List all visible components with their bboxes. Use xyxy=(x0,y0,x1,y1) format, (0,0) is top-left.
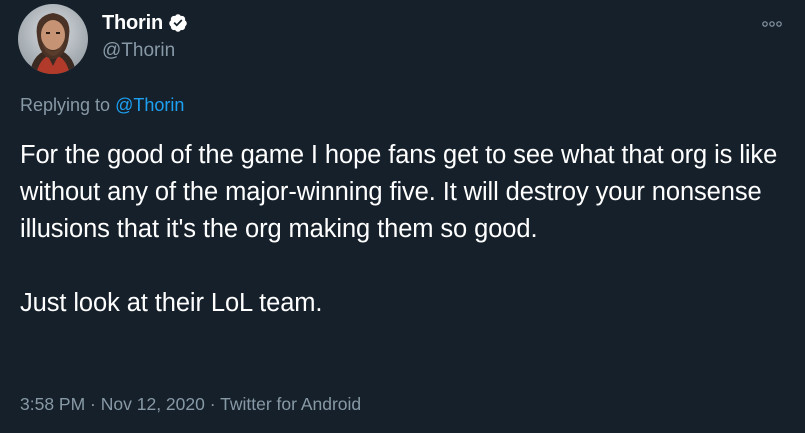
meta-separator: · xyxy=(85,394,101,414)
replying-to-label: Replying to xyxy=(20,95,116,115)
author-handle[interactable]: @Thorin xyxy=(102,40,188,62)
display-name[interactable]: Thorin xyxy=(102,12,163,35)
replying-to: Replying to @Thorin xyxy=(20,95,184,116)
verified-badge-icon xyxy=(168,13,188,33)
tweet-date[interactable]: Nov 12, 2020 xyxy=(101,394,205,414)
tweet-text: For the good of the game I hope fans get… xyxy=(20,141,778,317)
more-options-icon[interactable] xyxy=(759,11,785,37)
reply-handle-link[interactable]: @Thorin xyxy=(115,95,184,115)
author-header: Thorin @Thorin xyxy=(102,11,188,62)
meta-separator: · xyxy=(204,394,221,414)
tweet-meta: 3:58 PM · Nov 12, 2020 · Twitter for And… xyxy=(20,394,361,415)
name-row: Thorin xyxy=(102,11,188,35)
tweet-time[interactable]: 3:58 PM xyxy=(20,394,85,414)
profile-photo xyxy=(18,4,88,74)
tweet-source[interactable]: Twitter for Android xyxy=(220,394,361,414)
avatar[interactable] xyxy=(18,4,88,74)
